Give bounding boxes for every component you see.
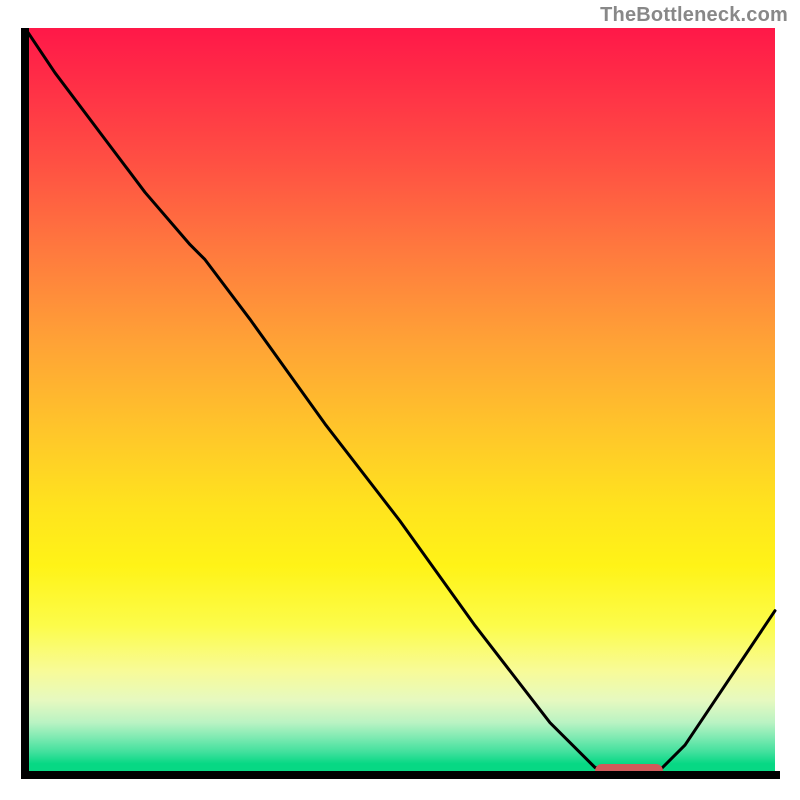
attribution-text: TheBottleneck.com — [600, 4, 788, 27]
curve-layer — [20, 28, 780, 780]
optimal-range-marker — [595, 764, 663, 778]
bottleneck-curve — [25, 28, 775, 775]
chart-area — [20, 28, 780, 780]
